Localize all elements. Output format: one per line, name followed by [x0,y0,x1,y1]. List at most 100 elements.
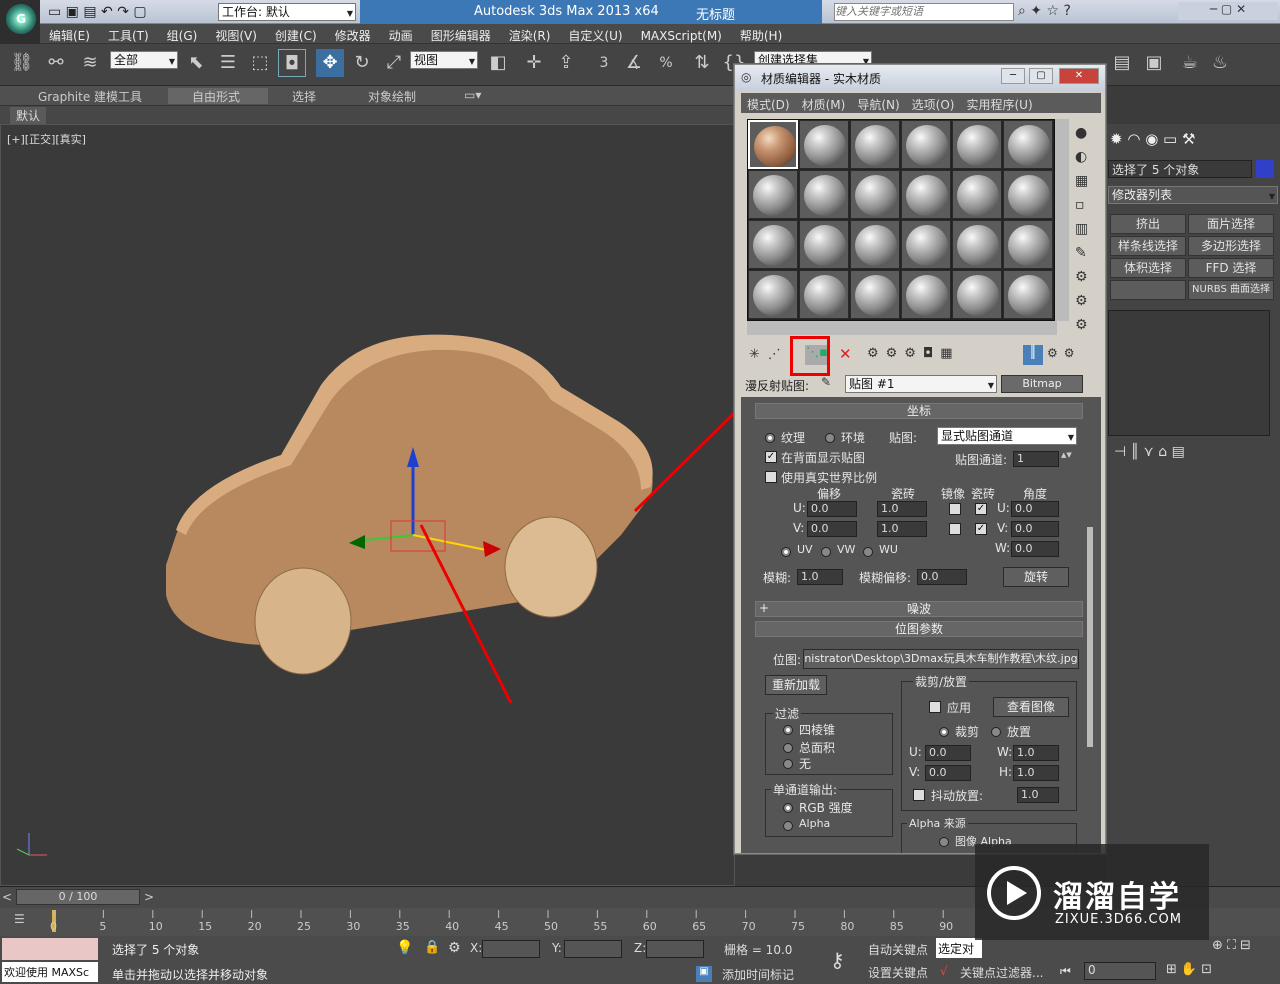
command-panel-tab-icons[interactable]: ✹ ◠ ◉ ▭ ⚒ [1110,130,1195,148]
w-angle-field[interactable]: 0.0 [1011,541,1059,557]
sample-slot[interactable] [952,120,1002,169]
move-icon[interactable]: ✥ [316,49,344,77]
rotate-icon[interactable]: ↻ [348,49,376,77]
reference-coord-select[interactable]: 视图 [410,51,478,70]
selection-name-field[interactable]: 选择了 5 个对象 [1108,160,1252,178]
spinner-icon[interactable]: ▲▼ [1061,451,1072,467]
mod-ffd-select-button[interactable]: FFD 选择 [1188,258,1274,278]
wheel-rear-left[interactable] [504,516,598,618]
mod-volume-select-button[interactable]: 体积选择 [1110,258,1186,278]
tab-selection[interactable]: 选择 [292,88,316,105]
keyboard-shortcut-icon[interactable]: ⇪ [552,49,580,77]
slider-next-icon[interactable]: > [144,890,154,904]
modifier-list-select[interactable]: 修改器列表 [1108,186,1278,205]
crop-h-field[interactable]: 1.0 [1013,765,1059,781]
lock-icon[interactable]: 🔒 [424,940,440,955]
params-scrollbar[interactable] [1087,527,1093,747]
u-offset-field[interactable]: 0.0 [807,501,857,517]
menu-maxscript[interactable]: MAXScript(M) [632,26,731,46]
mat-menu-mode[interactable]: 模式(D) [741,93,796,116]
select-manipulate-icon[interactable]: ✛ [520,49,548,77]
material-tools-icons[interactable]: ⚙⚙⚙◘▦ [867,346,960,361]
sample-slot[interactable] [748,220,798,269]
go-to-parent-icon[interactable]: ║ [1023,345,1043,365]
auto-key-button[interactable]: 自动关键点 [868,941,928,958]
place-radio[interactable] [991,727,1001,737]
sample-slot[interactable] [799,270,849,319]
viewport-nav-icons[interactable]: ⊞✋⊡ [1166,962,1216,977]
object-color-swatch[interactable] [1256,160,1274,178]
key-filter-icon[interactable]: √ [940,964,948,978]
sample-slot[interactable] [952,270,1002,319]
set-key-button[interactable]: 设置关键点 [868,964,928,981]
y-coord-field[interactable] [564,940,622,958]
sample-slot[interactable] [850,120,900,169]
mod-patch-select-button[interactable]: 面片选择 [1188,214,1274,234]
filter-sat-radio[interactable] [783,743,793,753]
sample-slot[interactable] [901,170,951,219]
v-angle-field[interactable]: 0.0 [1011,521,1059,537]
side-tools-icons[interactable]: ● ◐ ▦ ▫ ▥ ✎ ⚙ ⚙ ⚙ [1075,121,1095,337]
sample-slot[interactable] [901,120,951,169]
maxscript-mini-listener[interactable]: 欢迎使用 MAXSc [2,962,98,982]
nav-icons[interactable]: ⚙⚙ [1047,346,1081,360]
maxscript-listener[interactable] [2,938,98,960]
sample-slot[interactable] [901,220,951,269]
u-tile-checkbox[interactable]: ✓ [975,503,987,515]
slider-prev-icon[interactable]: < [2,890,12,904]
unlink-icon[interactable]: ⚯ [42,49,70,77]
bitmap-path-button[interactable]: nistrator\Desktop\3Dmax玩具木车制作教程\木纹.jpg [803,649,1079,669]
sample-slot[interactable] [901,270,951,319]
expand-plus-icon[interactable]: + [759,601,769,615]
tab-freeform[interactable]: 自由形式 [168,88,268,104]
sample-slot[interactable] [952,170,1002,219]
sample-slot[interactable] [748,170,798,219]
mod-spline-select-button[interactable]: 样条线选择 [1110,236,1186,256]
bitmap-params-rollout[interactable]: 位图参数 [755,621,1083,637]
mod-extrude-button[interactable]: 挤出 [1110,214,1186,234]
close-button[interactable]: ✕ [1059,68,1099,84]
map-name-select[interactable]: 贴图 #1 [845,375,997,394]
uv-radio[interactable] [781,547,791,557]
select-by-name-icon[interactable]: ☰ [214,49,242,77]
current-frame-field[interactable]: 0 [1084,962,1156,980]
sample-slot[interactable] [1003,170,1053,219]
crop-v-field[interactable]: 0.0 [925,765,971,781]
crop-w-field[interactable]: 1.0 [1013,745,1059,761]
real-world-checkbox[interactable] [765,471,777,483]
noise-rollout[interactable]: 噪波 [755,601,1083,617]
render-production-icon[interactable]: ☕ [1176,49,1204,77]
blur-field[interactable]: 1.0 [797,569,843,585]
spinner-snap-icon[interactable]: ⇅ [688,49,716,77]
u-angle-field[interactable]: 0.0 [1011,501,1059,517]
vw-radio[interactable] [821,547,831,557]
maximize-button[interactable]: ▢ [1029,68,1053,84]
quick-access-icons[interactable]: ▭ ▣ ▤ ↶ ↷ ▢ [48,4,147,20]
image-alpha-radio[interactable] [939,837,949,847]
modifier-stack[interactable] [1108,310,1270,436]
apply-checkbox[interactable] [929,701,941,713]
mat-menu-material[interactable]: 材质(M) [796,93,852,116]
mat-menu-navigation[interactable]: 导航(N) [851,93,905,116]
x-coord-field[interactable] [482,940,540,958]
key-filters-button[interactable]: 关键点过滤器... [960,964,1043,981]
filter-pyramidal-radio[interactable] [783,725,793,735]
sample-slot[interactable] [799,170,849,219]
sample-slot[interactable] [850,270,900,319]
search-input[interactable] [834,3,1014,21]
rotate-button[interactable]: 旋转 [1003,567,1069,587]
slots-vscroll[interactable] [1055,119,1069,321]
jitter-field[interactable]: 1.0 [1017,787,1059,803]
texture-radio[interactable] [765,433,775,443]
percent-snap-icon[interactable]: % [652,49,680,77]
environ-radio[interactable] [825,433,835,443]
sample-slot[interactable] [952,220,1002,269]
wu-radio[interactable] [863,547,873,557]
v-offset-field[interactable]: 0.0 [807,521,857,537]
crop-u-field[interactable]: 0.0 [925,745,971,761]
map-type-button[interactable]: Bitmap [1001,375,1083,393]
blur-offset-field[interactable]: 0.0 [917,569,967,585]
reload-button[interactable]: 重新加载 [765,675,827,695]
key-icon[interactable]: ⚷ [830,948,845,972]
eyedropper-icon[interactable]: ✎ [821,375,831,389]
